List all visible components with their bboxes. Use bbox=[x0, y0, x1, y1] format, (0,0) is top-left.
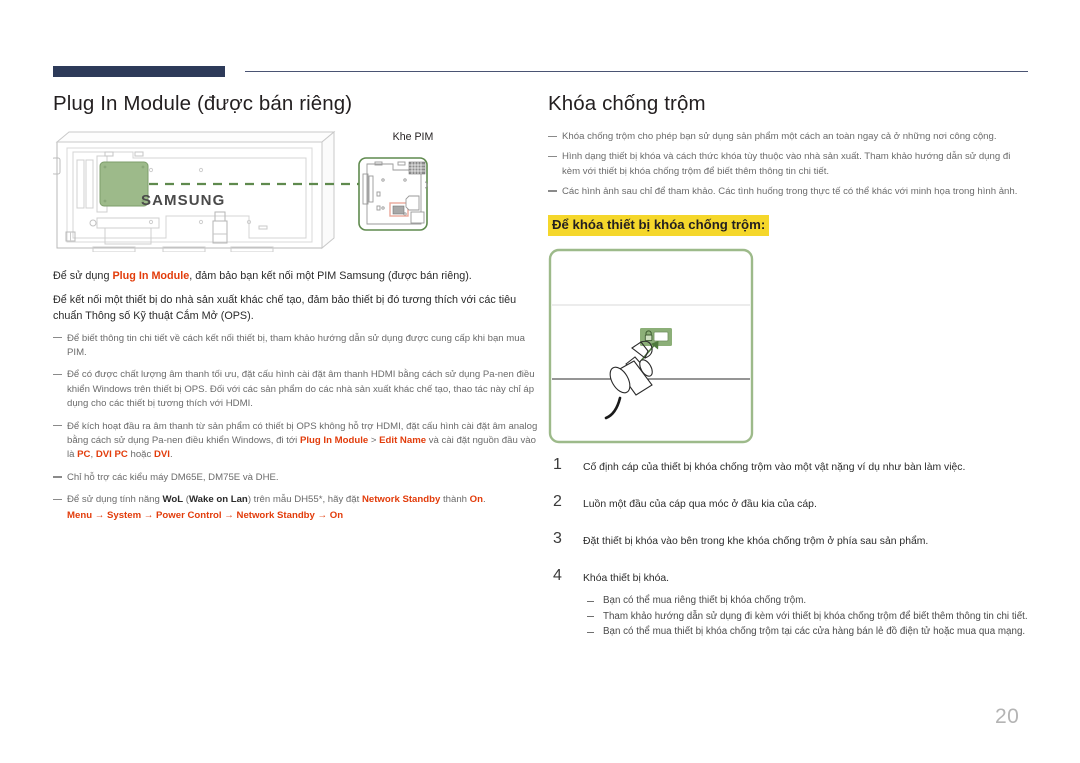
left-paragraph-list: Để sử dụng Plug In Module, đảm bảo bạn k… bbox=[53, 268, 540, 325]
figure-anti-theft-lock bbox=[548, 248, 754, 444]
step-number: 4 bbox=[553, 567, 562, 585]
plain-text: thành bbox=[440, 494, 470, 506]
plain-text: Để sử dụng tính năng bbox=[67, 494, 163, 506]
note-dash-icon bbox=[53, 373, 62, 376]
substep-dash-icon bbox=[587, 600, 594, 602]
pim-slot-label: Khe PIM bbox=[392, 131, 434, 143]
step-number: 3 bbox=[553, 530, 562, 548]
anti-theft-lock-diagram-svg bbox=[548, 248, 754, 444]
page-title-anti-theft-lock: Khóa chống trộm bbox=[548, 92, 706, 115]
emphasis-red-text: DVI PC bbox=[95, 449, 128, 461]
note-dash-icon bbox=[53, 476, 62, 478]
plain-text: Để kết nối một thiết bị do nhà sản xuất … bbox=[53, 293, 517, 323]
pim-slot-closeup bbox=[358, 157, 428, 231]
note-item: Để kích hoạt đầu ra âm thanh từ sản phẩm… bbox=[53, 420, 540, 463]
substep-dash-icon bbox=[587, 616, 594, 618]
right-column: Khóa chống trộm Khóa chống trộm cho phép… bbox=[548, 92, 1028, 662]
lock-step-item: 1 Cố định cáp của thiết bị khóa chống trộ… bbox=[548, 456, 1028, 475]
step-text: Cố định cáp của thiết bị khóa chống trộm… bbox=[583, 462, 966, 474]
plain-text: Các hình ảnh sau chỉ để tham khảo. Các t… bbox=[562, 185, 1018, 197]
lock-step-item: 3 Đặt thiết bị khóa vào bên trong khe khó… bbox=[548, 530, 1028, 549]
note-item: Các hình ảnh sau chỉ để tham khảo. Các t… bbox=[548, 185, 1028, 199]
substep-text: Tham khảo hướng dẫn sử dụng đi kèm với t… bbox=[603, 610, 1028, 622]
note-dash-icon bbox=[548, 155, 557, 158]
emphasis-red-text: Plug In Module bbox=[299, 434, 369, 446]
plain-text: ) trên mẫu DH55*, hãy đặt bbox=[247, 494, 362, 506]
lock-step-item: 4 Khóa thiết bị khóa. Bạn có thể mua riêng… bbox=[548, 567, 1028, 640]
note-text: Chỉ hỗ trợ các kiểu máy DM65E, DM75E và … bbox=[67, 472, 279, 483]
emphasis-red-text: On bbox=[469, 494, 483, 506]
emphasis-bold-text: WoL bbox=[162, 494, 184, 506]
lock-substep-list: Bạn có thể mua riêng thiết bị khóa chống… bbox=[583, 594, 1028, 640]
plain-text: > bbox=[368, 434, 380, 446]
note-item: Khóa chống trộm cho phép bạn sử dụng sản… bbox=[548, 130, 1028, 144]
emphasis-red-text: PC bbox=[77, 449, 91, 461]
substep-text: Bạn có thể mua riêng thiết bị khóa chống… bbox=[603, 595, 807, 607]
lock-substep-item: Tham khảo hướng dẫn sử dụng đi kèm với t… bbox=[583, 610, 1028, 625]
note-text: Để biết thông tin chi tiết về cách kết n… bbox=[67, 333, 525, 358]
substep-dash-icon bbox=[587, 631, 594, 633]
note-item: Chỉ hỗ trợ các kiểu máy DM65E, DM75E và … bbox=[53, 471, 540, 485]
emphasis-bold-text: Wake on Lan bbox=[188, 494, 248, 506]
emphasis-red-text: Edit Name bbox=[379, 434, 427, 446]
emphasis-red-text: Plug In Module bbox=[112, 270, 190, 282]
note-text: Để có được chất lượng âm thanh tối ưu, đ… bbox=[67, 369, 535, 409]
step-number: 1 bbox=[553, 456, 562, 474]
step-number: 2 bbox=[553, 493, 562, 511]
note-text: Hình dạng thiết bị khóa và cách thức khó… bbox=[562, 151, 1010, 176]
lock-substep-item: Bạn có thể mua riêng thiết bị khóa chống… bbox=[583, 594, 1028, 609]
plain-text: Khóa chống trộm cho phép bạn sử dụng sản… bbox=[562, 131, 997, 142]
plain-text: Để sử dụng bbox=[53, 270, 113, 282]
plain-text: Để biết thông tin chi tiết về cách kết n… bbox=[67, 332, 525, 358]
note-dash-icon bbox=[53, 498, 62, 500]
lock-steps-list: 1 Cố định cáp của thiết bị khóa chống trộ… bbox=[548, 456, 1028, 640]
plain-text: hoặc bbox=[127, 449, 154, 461]
note-item: Để biết thông tin chi tiết về cách kết n… bbox=[53, 332, 540, 361]
emphasis-red-text: Network Standby bbox=[361, 494, 441, 506]
plain-text: . bbox=[169, 449, 173, 461]
step-text: Luồn một đầu của cáp qua móc ở đầu kia c… bbox=[583, 499, 817, 511]
right-note-list: Khóa chống trộm cho phép bạn sử dụng sản… bbox=[548, 130, 1028, 199]
step-text: Khóa thiết bị khóa. bbox=[583, 573, 670, 585]
plain-text: . bbox=[482, 494, 486, 506]
plain-text: Chỉ hỗ trợ các kiểu máy DM65E, DM75E và … bbox=[67, 471, 279, 483]
svg-text:SAMSUNG: SAMSUNG bbox=[141, 192, 225, 209]
substep-text: Bạn có thể mua thiết bị khóa chống trộm … bbox=[603, 626, 1026, 638]
plain-text: Để có được chất lượng âm thanh tối ưu, đ… bbox=[67, 369, 535, 410]
page-title-plug-in-module: Plug In Module (được bán riêng) bbox=[53, 92, 353, 115]
lock-step-item: 2 Luồn một đầu của cáp qua móc ở đầu kia … bbox=[548, 493, 1028, 512]
left-column: Plug In Module (được bán riêng) Khe PIM bbox=[51, 92, 540, 531]
plain-text: , đảm bảo bạn kết nối một PIM Samsung (đ… bbox=[189, 270, 472, 282]
plain-text: Hình dạng thiết bị khóa và cách thức khó… bbox=[562, 151, 1011, 177]
paragraph-1: Để kết nối một thiết bị do nhà sản xuất … bbox=[53, 292, 540, 325]
note-dash-icon bbox=[53, 337, 62, 339]
note-text: Để kích hoạt đầu ra âm thanh từ sản phẩm… bbox=[67, 421, 537, 461]
note-dash-icon bbox=[548, 190, 557, 192]
menu-path-text: Menu → System → Power Control → Network … bbox=[67, 509, 344, 521]
highlighted-subheading: Để khóa thiết bị khóa chống trộm: bbox=[548, 215, 770, 237]
note-text: Để sử dụng tính năng WoL (Wake on Lan) t… bbox=[67, 494, 540, 523]
paragraph-0: Để sử dụng Plug In Module, đảm bảo bạn k… bbox=[53, 268, 540, 285]
note-dash-icon bbox=[548, 135, 557, 137]
page-number: 20 bbox=[995, 705, 1020, 728]
left-note-list: Để biết thông tin chi tiết về cách kết n… bbox=[53, 332, 540, 523]
plug-in-module-diagram-svg: SAMSUNG bbox=[51, 130, 428, 253]
emphasis-red-text: DVI bbox=[153, 449, 170, 461]
note-text: Khóa chống trộm cho phép bạn sử dụng sản… bbox=[562, 131, 997, 142]
step-text: Đặt thiết bị khóa vào bên trong khe khóa… bbox=[583, 536, 929, 548]
note-dash-icon bbox=[53, 425, 62, 427]
page-header-rule bbox=[53, 66, 1028, 78]
figure-plug-in-module: Khe PIM SAMSUNG bbox=[51, 130, 540, 253]
note-text: Các hình ảnh sau chỉ để tham khảo. Các t… bbox=[562, 186, 1017, 197]
note-item: Hình dạng thiết bị khóa và cách thức khó… bbox=[548, 150, 1028, 179]
header-divider-line bbox=[245, 71, 1028, 72]
lock-substep-item: Bạn có thể mua thiết bị khóa chống trộm … bbox=[583, 625, 1028, 640]
note-item: Để có được chất lượng âm thanh tối ưu, đ… bbox=[53, 368, 540, 411]
note-item: Để sử dụng tính năng WoL (Wake on Lan) t… bbox=[53, 493, 540, 523]
header-accent-tab bbox=[53, 66, 225, 77]
